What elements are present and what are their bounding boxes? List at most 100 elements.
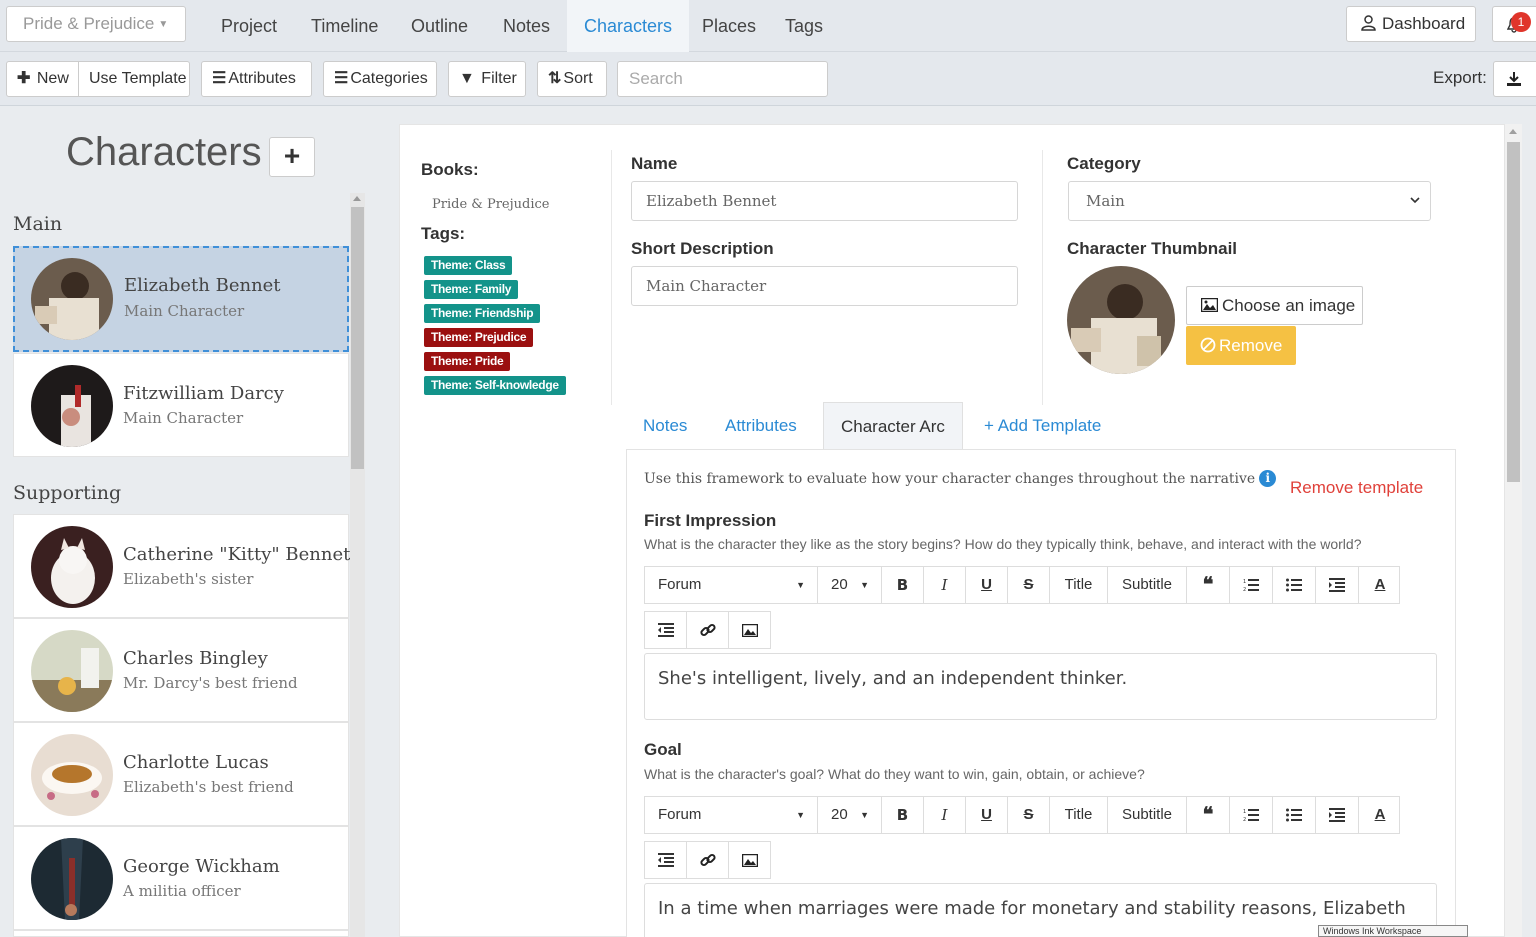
tab-places[interactable]: Places bbox=[685, 0, 773, 52]
tag-theme-prejudice[interactable]: Theme: Prejudice bbox=[424, 328, 534, 347]
subtab-add-template[interactable]: + Add Template bbox=[967, 402, 1118, 449]
tag-theme-family[interactable]: Theme: Family bbox=[424, 280, 519, 299]
tag-theme-pride[interactable]: Theme: Pride bbox=[424, 352, 511, 371]
section-title: First Impression bbox=[644, 511, 777, 530]
title-format-button[interactable]: Title bbox=[1050, 797, 1108, 833]
avatar bbox=[31, 630, 113, 712]
scroll-up-icon[interactable] bbox=[1509, 129, 1517, 134]
character-card-wickham[interactable]: George Wickham A militia officer bbox=[13, 826, 349, 930]
export-button[interactable] bbox=[1493, 61, 1536, 97]
character-description: A militia officer bbox=[123, 882, 241, 900]
new-label: New bbox=[36, 70, 69, 87]
italic-icon[interactable]: I bbox=[924, 567, 966, 603]
short-description-field[interactable]: Main Character bbox=[631, 266, 1018, 306]
font-select[interactable]: Forum ▼ bbox=[645, 567, 818, 603]
add-character-button[interactable]: + bbox=[269, 137, 315, 177]
book-selector[interactable]: Pride & Prejudice ▼ bbox=[6, 6, 186, 42]
name-field[interactable]: Elizabeth Bennet bbox=[631, 181, 1018, 221]
caret-down-icon: ▼ bbox=[158, 19, 169, 30]
character-card-charlotte[interactable]: Charlotte Lucas Elizabeth's best friend bbox=[13, 722, 349, 826]
ordered-list-icon[interactable]: 12 bbox=[1230, 567, 1273, 603]
dashboard-button[interactable]: Dashboard bbox=[1346, 6, 1476, 42]
use-template-button[interactable]: Use Template bbox=[78, 61, 190, 97]
editor-toolbar-row2 bbox=[644, 611, 771, 649]
character-card-darcy[interactable]: Fitzwilliam Darcy Main Character bbox=[13, 353, 349, 457]
subtab-attributes[interactable]: Attributes bbox=[708, 402, 814, 449]
tag-theme-friendship[interactable]: Theme: Friendship bbox=[424, 304, 541, 323]
title-format-button[interactable]: Title bbox=[1050, 567, 1108, 603]
font-size-select[interactable]: 20 ▼ bbox=[818, 797, 882, 833]
first-impression-editor[interactable]: She's intelligent, lively, and an indepe… bbox=[644, 653, 1437, 720]
book-selector-label: Pride & Prejudice bbox=[23, 14, 155, 33]
font-select[interactable]: Forum ▼ bbox=[645, 797, 818, 833]
remove-template-link[interactable]: Remove template bbox=[1290, 478, 1423, 498]
info-icon[interactable]: i bbox=[1259, 470, 1277, 487]
subtab-character-arc[interactable]: Character Arc bbox=[823, 402, 963, 449]
tab-characters[interactable]: Characters bbox=[567, 0, 690, 52]
subtitle-format-button[interactable]: Subtitle bbox=[1108, 567, 1187, 603]
underline-icon[interactable]: U bbox=[966, 567, 1008, 603]
tag-theme-self-knowledge[interactable]: Theme: Self-knowledge bbox=[424, 376, 566, 395]
italic-icon[interactable]: I bbox=[924, 797, 966, 833]
quote-icon[interactable]: ❝ bbox=[1187, 567, 1230, 603]
strikethrough-icon[interactable]: S bbox=[1008, 797, 1050, 833]
arc-description-text: Use this framework to evaluate how your … bbox=[644, 471, 1256, 487]
ordered-list-icon[interactable]: 12 bbox=[1230, 797, 1273, 833]
underline-icon[interactable]: U bbox=[966, 797, 1008, 833]
indent-icon[interactable] bbox=[1316, 567, 1359, 603]
text-color-icon[interactable]: A bbox=[1359, 567, 1401, 603]
outdent-icon[interactable] bbox=[645, 842, 687, 878]
subtitle-format-button[interactable]: Subtitle bbox=[1108, 797, 1187, 833]
top-navigation: Pride & Prejudice ▼ Project Timeline Outl… bbox=[0, 0, 1536, 52]
categories-button[interactable]: ☰ Categories bbox=[323, 61, 437, 97]
main-scrollbar[interactable] bbox=[1505, 124, 1522, 937]
link-icon[interactable] bbox=[687, 612, 729, 648]
tags-label: Tags: bbox=[421, 224, 466, 243]
bold-icon[interactable]: B bbox=[882, 797, 924, 833]
new-button[interactable]: ✚ New bbox=[6, 61, 79, 97]
character-name: Charles Bingley bbox=[123, 648, 268, 669]
character-card-bingley[interactable]: Charles Bingley Mr. Darcy's best friend bbox=[13, 618, 349, 722]
image-icon[interactable] bbox=[729, 612, 771, 648]
scrollbar-thumb[interactable] bbox=[1507, 142, 1520, 482]
tab-notes[interactable]: Notes bbox=[486, 0, 567, 52]
indent-icon[interactable] bbox=[1316, 797, 1359, 833]
bold-icon[interactable]: B bbox=[882, 567, 924, 603]
tab-outline[interactable]: Outline bbox=[394, 0, 485, 52]
user-icon bbox=[1361, 15, 1376, 31]
scrollbar-thumb[interactable] bbox=[351, 207, 364, 469]
notifications-button[interactable]: 1 bbox=[1492, 6, 1536, 42]
category-select[interactable]: Main bbox=[1068, 181, 1431, 221]
tag-theme-class[interactable]: Theme: Class bbox=[424, 256, 513, 275]
filter-button[interactable]: ▼ Filter bbox=[448, 61, 526, 97]
tab-project[interactable]: Project bbox=[204, 0, 294, 52]
svg-text:2: 2 bbox=[1243, 587, 1246, 592]
quote-icon[interactable]: ❝ bbox=[1187, 797, 1230, 833]
tab-tags[interactable]: Tags bbox=[768, 0, 840, 52]
unordered-list-icon[interactable] bbox=[1273, 797, 1316, 833]
character-thumbnail-label: Character Thumbnail bbox=[1067, 239, 1238, 258]
subtab-notes[interactable]: Notes bbox=[626, 402, 704, 449]
sort-button[interactable]: ⇅ Sort bbox=[537, 61, 607, 97]
choose-image-button[interactable]: Choose an image bbox=[1186, 286, 1363, 325]
font-label: Forum bbox=[658, 576, 702, 593]
sidebar-scrollbar[interactable] bbox=[350, 193, 365, 937]
unordered-list-icon[interactable] bbox=[1273, 567, 1316, 603]
list-icon: ☰ bbox=[212, 70, 227, 87]
sort-label: Sort bbox=[563, 70, 593, 87]
search-input[interactable] bbox=[617, 61, 828, 97]
scroll-up-icon[interactable] bbox=[353, 196, 361, 201]
font-size-select[interactable]: 20 ▼ bbox=[818, 567, 882, 603]
character-card-elizabeth[interactable]: Elizabeth Bennet Main Character bbox=[13, 246, 349, 352]
attributes-button[interactable]: ☰ Attributes bbox=[201, 61, 312, 97]
link-icon[interactable] bbox=[687, 842, 729, 878]
strikethrough-icon[interactable]: S bbox=[1008, 567, 1050, 603]
tab-timeline[interactable]: Timeline bbox=[294, 0, 395, 52]
character-name: Charlotte Lucas bbox=[123, 752, 269, 773]
character-card-kitty[interactable]: Catherine "Kitty" Bennet Elizabeth's sis… bbox=[13, 514, 350, 618]
remove-thumbnail-button[interactable]: Remove bbox=[1186, 326, 1296, 365]
outdent-icon[interactable] bbox=[645, 612, 687, 648]
text-color-icon[interactable]: A bbox=[1359, 797, 1401, 833]
image-icon[interactable] bbox=[729, 842, 771, 878]
dashboard-label: Dashboard bbox=[1382, 14, 1466, 33]
